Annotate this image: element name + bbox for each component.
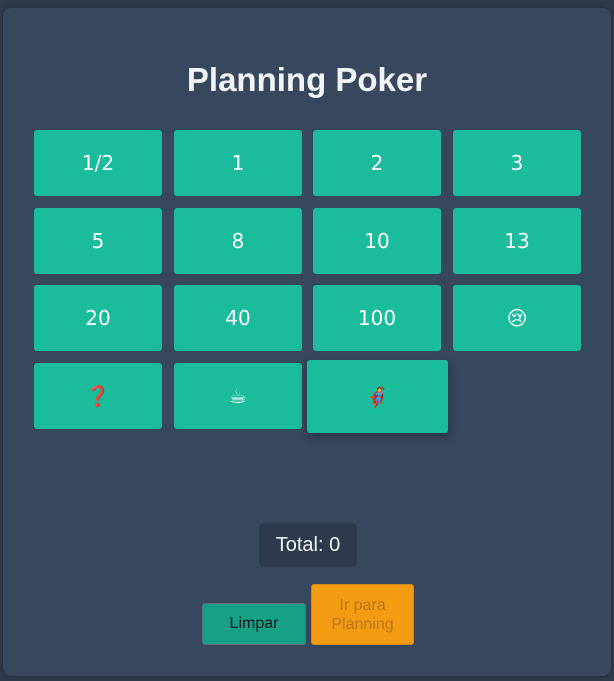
card-2[interactable]: 2 — [313, 130, 441, 196]
card-superhero-icon[interactable]: 🦸 — [307, 360, 448, 433]
card-13[interactable]: 13 — [453, 208, 581, 274]
card-1[interactable]: 1 — [174, 130, 302, 196]
card-half[interactable]: 1/2 — [34, 130, 162, 196]
planning-poker-panel: Planning Poker 1/2 1 2 3 5 8 10 13 20 40… — [3, 8, 611, 676]
card-5[interactable]: 5 — [34, 208, 162, 274]
card-20[interactable]: 20 — [34, 285, 162, 351]
card-40[interactable]: 40 — [174, 285, 302, 351]
clear-button[interactable]: Limpar — [202, 603, 306, 645]
card-100[interactable]: 100 — [313, 285, 441, 351]
total-display: Total: 0 — [259, 523, 357, 567]
card-10[interactable]: 10 — [313, 208, 441, 274]
card-question-mark-icon[interactable]: ❓ — [34, 363, 162, 429]
page-title: Planning Poker — [186, 61, 428, 98]
go-to-planning-button[interactable]: Ir para Planning — [311, 584, 414, 645]
card-3[interactable]: 3 — [453, 130, 581, 196]
card-8[interactable]: 8 — [174, 208, 302, 274]
card-coffee-icon[interactable]: ☕ — [174, 363, 302, 429]
card-crying-face-icon[interactable]: 😢 — [453, 285, 581, 351]
